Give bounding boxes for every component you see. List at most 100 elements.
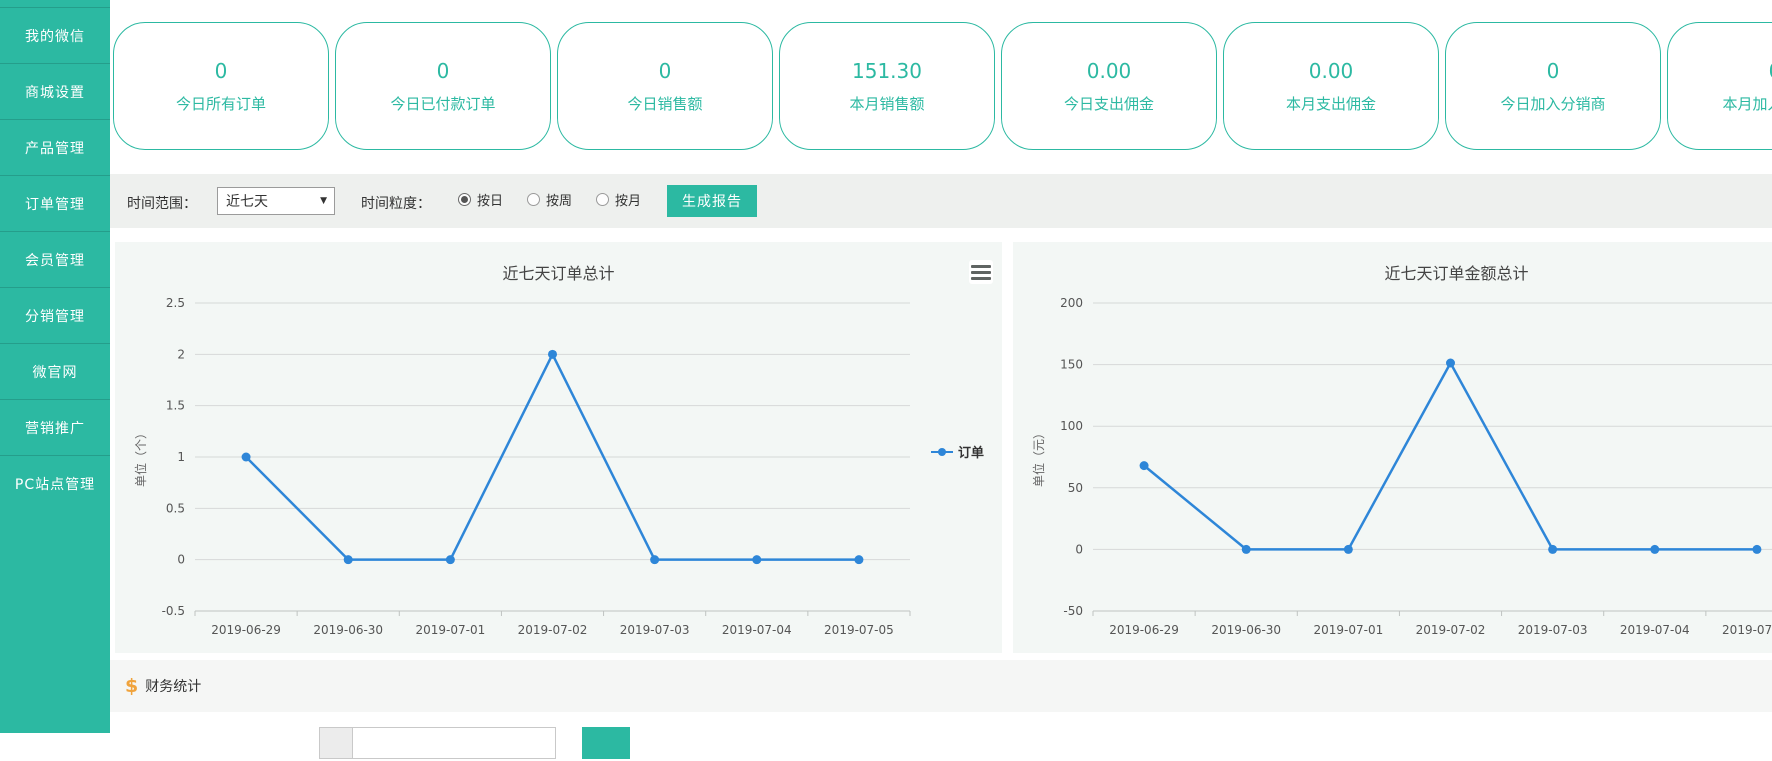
input-addon	[319, 727, 353, 759]
svg-text:-0.5: -0.5	[162, 604, 185, 618]
data-point	[1650, 545, 1659, 554]
svg-text:单位（元）: 单位（元）	[1031, 427, 1046, 487]
stat-card-value: 0	[437, 61, 450, 81]
sidebar-item-6[interactable]: 微官网	[0, 344, 110, 400]
svg-text:2019-07-05: 2019-07-05	[824, 623, 894, 637]
svg-text:2019-06-29: 2019-06-29	[211, 623, 281, 637]
radio-dot-icon	[596, 193, 609, 206]
data-point	[1548, 545, 1557, 554]
data-point	[1446, 358, 1455, 367]
svg-text:2019-07-03: 2019-07-03	[1518, 623, 1588, 637]
svg-text:0: 0	[177, 553, 185, 567]
stat-card-2: 0 今日销售额	[557, 22, 773, 150]
svg-text:2019-06-30: 2019-06-30	[1211, 623, 1281, 637]
granularity-radio-0[interactable]: 按日	[458, 190, 503, 209]
stat-card-label: 今日已付款订单	[390, 97, 495, 112]
stat-card-7: 0 本月加入分销商	[1667, 22, 1772, 150]
stat-card-5: 0.00 本月支出佣金	[1223, 22, 1439, 150]
finance-section-header: $ 财务统计	[110, 660, 1772, 712]
data-point	[1140, 461, 1149, 470]
chart-panel-1: 近七天订单金额总计-500501001502002019-06-292019-0…	[1013, 242, 1772, 653]
stat-card-value: 0.00	[1309, 61, 1354, 81]
sidebar-item-label: PC站点管理	[15, 474, 95, 494]
radio-dot-icon	[527, 193, 540, 206]
data-point	[1242, 545, 1251, 554]
data-point	[344, 555, 353, 564]
svg-text:2019-06-30: 2019-06-30	[313, 623, 383, 637]
svg-text:2019-06-29: 2019-06-29	[1109, 623, 1179, 637]
data-point	[650, 555, 659, 564]
svg-text:200: 200	[1060, 296, 1083, 310]
sidebar-item-8[interactable]: PC站点管理	[0, 456, 110, 511]
sidebar-item-label: 微官网	[33, 362, 78, 382]
stat-card-0: 0 今日所有订单	[113, 22, 329, 150]
stat-card-value: 0	[659, 61, 672, 81]
chart-canvas: -500501001502002019-06-292019-06-302019-…	[1013, 242, 1772, 653]
stat-card-label: 本月支出佣金	[1286, 97, 1376, 112]
sidebar-item-label: 订单管理	[25, 194, 85, 214]
stat-card-label: 今日销售额	[627, 97, 702, 112]
svg-text:150: 150	[1060, 358, 1083, 372]
sidebar-item-4[interactable]: 会员管理	[0, 232, 110, 288]
sidebar-item-3[interactable]: 订单管理	[0, 176, 110, 232]
stat-card-value: 151.30	[852, 61, 922, 81]
stat-card-value: 0	[1769, 61, 1772, 81]
svg-text:0: 0	[1075, 542, 1083, 556]
data-point	[854, 555, 863, 564]
stat-card-1: 0 今日已付款订单	[335, 22, 551, 150]
stat-card-value: 0	[1547, 61, 1560, 81]
generate-report-button[interactable]: 生成报告	[667, 185, 757, 217]
sidebar-item-0[interactable]: 我的微信	[0, 8, 110, 64]
dollar-icon: $	[125, 677, 138, 696]
data-point	[1344, 545, 1353, 554]
sidebar-item-1[interactable]: 商城设置	[0, 64, 110, 120]
time-range-select[interactable]: 近七天 ▼	[217, 187, 335, 215]
data-point	[752, 555, 761, 564]
svg-text:2.5: 2.5	[166, 296, 185, 310]
bottom-submit-button[interactable]	[582, 727, 630, 759]
stat-card-label: 今日所有订单	[176, 97, 266, 112]
chevron-down-icon: ▼	[320, 196, 334, 206]
legend-label: 订单	[958, 442, 984, 461]
svg-text:1: 1	[177, 450, 185, 464]
sidebar-item-label: 分销管理	[25, 306, 85, 326]
data-point	[1752, 545, 1761, 554]
stat-card-6: 0 今日加入分销商	[1445, 22, 1661, 150]
bottom-text-input[interactable]	[352, 727, 556, 759]
sidebar: 我的微信商城设置产品管理订单管理会员管理分销管理微官网营销推广 PC站点管理	[0, 0, 110, 733]
granularity-radio-group: 按日 按周 按月	[458, 190, 641, 209]
svg-text:2019-07-04: 2019-07-04	[1620, 623, 1690, 637]
data-point	[446, 555, 455, 564]
radio-label: 按月	[615, 190, 641, 209]
granularity-label: 时间粒度：	[361, 193, 431, 213]
data-point	[242, 453, 251, 462]
chart-canvas: -0.5 0 0.5 1 1.5 2 2.5 2019-06-29 2019-06-30 2019…	[115, 242, 1002, 653]
sidebar-item-5[interactable]: 分销管理	[0, 288, 110, 344]
radio-label: 按日	[477, 190, 503, 209]
sidebar-item-2[interactable]: 产品管理	[0, 120, 110, 176]
sidebar-item-7[interactable]: 营销推广	[0, 400, 110, 456]
svg-text:单位（个）: 单位（个）	[133, 427, 148, 487]
stat-card-3: 151.30 本月销售额	[779, 22, 995, 150]
chart-legend[interactable]: 订单	[931, 442, 984, 461]
svg-text:2019-07-03: 2019-07-03	[620, 623, 690, 637]
stat-card-label: 今日加入分销商	[1500, 97, 1605, 112]
stat-card-label: 本月加入分销商	[1722, 97, 1772, 112]
svg-text:0.5: 0.5	[166, 501, 185, 515]
sidebar-item-label: 会员管理	[25, 250, 85, 270]
stat-card-value: 0	[215, 61, 228, 81]
svg-text:1.5: 1.5	[166, 399, 185, 413]
time-range-label: 时间范围：	[127, 193, 197, 213]
svg-text:2019-07-02: 2019-07-02	[518, 623, 588, 637]
granularity-radio-1[interactable]: 按周	[527, 190, 572, 209]
chart-panel-0: 近七天订单总计-0.500.511.522.52019-06-292019-06…	[115, 242, 1002, 653]
stat-card-label: 本月销售额	[849, 97, 924, 112]
svg-text:2019-07-02: 2019-07-02	[1416, 623, 1486, 637]
svg-text:2019-07-01: 2019-07-01	[1313, 623, 1383, 637]
granularity-radio-2[interactable]: 按月	[596, 190, 641, 209]
filter-bar: 时间范围： 近七天 ▼ 时间粒度： 按日 按周 按月 生成报告	[110, 174, 1772, 228]
legend-line-dot-icon	[931, 447, 953, 457]
svg-text:2019-07-05: 2019-07-05	[1722, 623, 1772, 637]
sidebar-item-label: 产品管理	[25, 138, 85, 158]
svg-text:2: 2	[177, 347, 185, 361]
